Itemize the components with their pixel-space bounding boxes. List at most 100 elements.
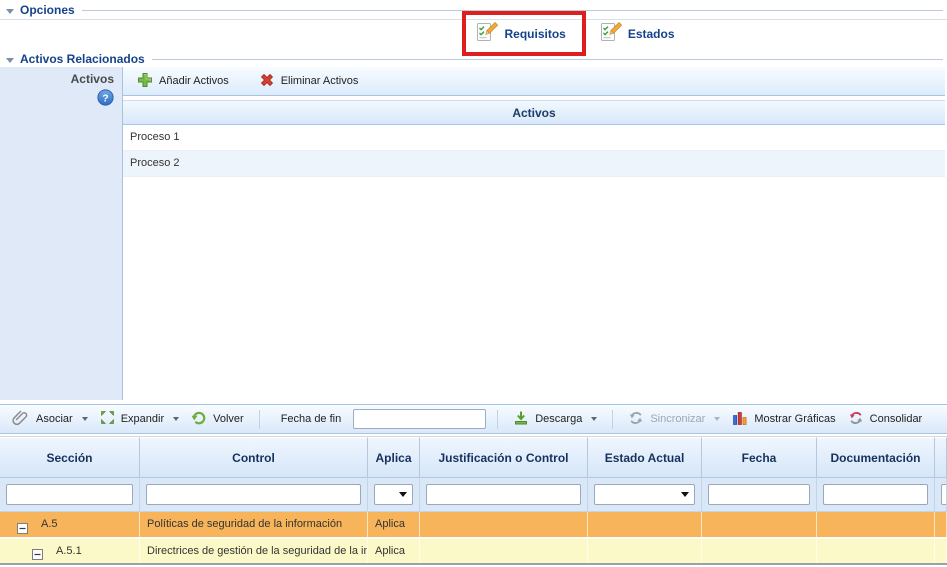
toolbar-separator xyxy=(259,410,260,429)
filter-seccion-input[interactable] xyxy=(6,484,133,505)
collapse-arrow-icon[interactable] xyxy=(6,58,14,63)
chevron-down-icon xyxy=(82,417,88,424)
paperclip-icon xyxy=(12,409,30,430)
filter-aplica-select[interactable] xyxy=(374,484,413,505)
chevron-down-icon xyxy=(591,417,597,424)
aplica-value: Aplica xyxy=(368,539,420,563)
checklist-pencil-icon xyxy=(476,21,498,46)
sincronizar-button[interactable]: Sincronizar xyxy=(624,408,724,431)
consolidar-label: Consolidar xyxy=(870,413,923,425)
filter-fecha-input[interactable] xyxy=(708,484,810,505)
assets-toolbar: Añadir Activos Eliminar Activos xyxy=(123,67,945,96)
descarga-button[interactable]: Descarga xyxy=(509,408,601,431)
extra-cell xyxy=(935,539,947,563)
options-bar: Requisitos Estados xyxy=(0,18,947,49)
svg-text:?: ? xyxy=(102,92,108,104)
red-x-icon xyxy=(259,72,275,91)
column-header-extra xyxy=(935,437,947,478)
assets-column-header[interactable]: Activos xyxy=(123,100,945,125)
filter-estado-select[interactable] xyxy=(594,484,695,505)
divider xyxy=(152,59,943,60)
control-value: Políticas de seguridad de la información xyxy=(140,512,368,537)
estados-button[interactable]: Estados xyxy=(596,19,679,48)
chevron-down-icon xyxy=(714,417,720,424)
grid-filter-row xyxy=(0,478,947,512)
add-assets-label: Añadir Activos xyxy=(159,75,229,87)
annotation-highlight-box: Requisitos xyxy=(462,11,585,56)
filter-control-input[interactable] xyxy=(146,484,361,505)
download-icon xyxy=(513,410,529,429)
volver-label: Volver xyxy=(213,413,244,425)
controls-grid: Sección Control Aplica Justificación o C… xyxy=(0,436,947,565)
section-opciones-title: Opciones xyxy=(20,3,75,17)
fecha-de-fin-input[interactable] xyxy=(353,409,486,429)
remove-assets-button[interactable]: Eliminar Activos xyxy=(255,70,363,93)
grid-row-a51[interactable]: A.5.1 Directrices de gestión de la segur… xyxy=(0,539,947,563)
grid-header-row: Sección Control Aplica Justificación o C… xyxy=(0,437,947,478)
requisitos-label: Requisitos xyxy=(504,27,565,41)
descarga-label: Descarga xyxy=(535,413,582,425)
seccion-value: A.5 xyxy=(41,512,58,537)
column-header-fecha[interactable]: Fecha xyxy=(702,437,817,478)
help-icon[interactable]: ? xyxy=(97,89,114,109)
estados-label: Estados xyxy=(628,27,675,41)
consolidate-sync-icon xyxy=(848,410,864,429)
asociar-button[interactable]: Asociar xyxy=(8,407,92,432)
column-header-seccion[interactable]: Sección xyxy=(0,437,140,478)
consolidar-button[interactable]: Consolidar xyxy=(844,408,927,431)
control-value: Directrices de gestión de la seguridad d… xyxy=(140,539,368,563)
green-plus-icon xyxy=(137,72,153,91)
remove-assets-label: Eliminar Activos xyxy=(281,75,359,87)
chevron-down-icon xyxy=(399,492,407,501)
column-header-justificacion[interactable]: Justificación o Control xyxy=(420,437,588,478)
documentacion-value xyxy=(817,539,935,563)
assets-grid: Añadir Activos Eliminar Activos Activos … xyxy=(122,67,945,400)
mostrar-graficas-button[interactable]: Mostrar Gráficas xyxy=(728,408,839,431)
activos-field-label: Activos xyxy=(0,72,114,86)
sync-icon xyxy=(628,410,644,429)
checklist-pencil-icon xyxy=(600,21,622,46)
asset-row[interactable]: Proceso 1 xyxy=(123,125,945,151)
column-header-documentacion[interactable]: Documentación xyxy=(817,437,935,478)
fecha-value xyxy=(702,512,817,537)
seccion-value: A.5.1 xyxy=(56,540,82,563)
documentacion-value xyxy=(817,512,935,537)
extra-cell xyxy=(935,512,947,537)
justificacion-value xyxy=(420,539,588,563)
requisitos-button[interactable]: Requisitos xyxy=(472,19,569,48)
toolbar-separator xyxy=(612,410,613,429)
toolbar-separator xyxy=(497,410,498,429)
expandir-button[interactable]: Expandir xyxy=(96,408,183,430)
aplica-value: Aplica xyxy=(368,512,420,537)
column-header-control[interactable]: Control xyxy=(140,437,368,478)
collapse-arrow-icon[interactable] xyxy=(6,9,14,14)
assets-empty-area xyxy=(123,177,945,400)
justificacion-value xyxy=(420,512,588,537)
activos-panel: Activos ? xyxy=(0,67,947,400)
collapse-minus-icon[interactable] xyxy=(32,546,43,557)
collapse-minus-icon[interactable] xyxy=(17,519,28,530)
mostrar-graficas-label: Mostrar Gráficas xyxy=(754,413,835,425)
volver-button[interactable]: Volver xyxy=(187,408,248,431)
chevron-down-icon xyxy=(681,492,689,501)
sincronizar-label: Sincronizar xyxy=(650,413,705,425)
filter-justificacion-input[interactable] xyxy=(426,484,581,505)
expandir-label: Expandir xyxy=(121,413,164,425)
back-arrow-icon xyxy=(191,410,207,429)
filter-extra-input[interactable] xyxy=(941,484,947,505)
section-activos-relacionados-title: Activos Relacionados xyxy=(20,52,145,66)
fecha-value xyxy=(702,539,817,563)
activos-field-label-column: Activos ? xyxy=(0,67,122,400)
asociar-label: Asociar xyxy=(36,413,73,425)
column-header-aplica[interactable]: Aplica xyxy=(368,437,420,478)
column-header-estado-actual[interactable]: Estado Actual xyxy=(588,437,702,478)
page: Opciones xyxy=(0,0,947,567)
grid-row-a5[interactable]: A.5 Políticas de seguridad de la informa… xyxy=(0,512,947,539)
bar-chart-icon xyxy=(732,410,748,429)
estado-value xyxy=(588,512,702,537)
asset-row[interactable]: Proceso 2 xyxy=(123,151,945,177)
filter-documentacion-input[interactable] xyxy=(823,484,928,505)
add-assets-button[interactable]: Añadir Activos xyxy=(133,70,233,93)
estado-value xyxy=(588,539,702,563)
fecha-de-fin-label: Fecha de fin xyxy=(281,413,342,425)
